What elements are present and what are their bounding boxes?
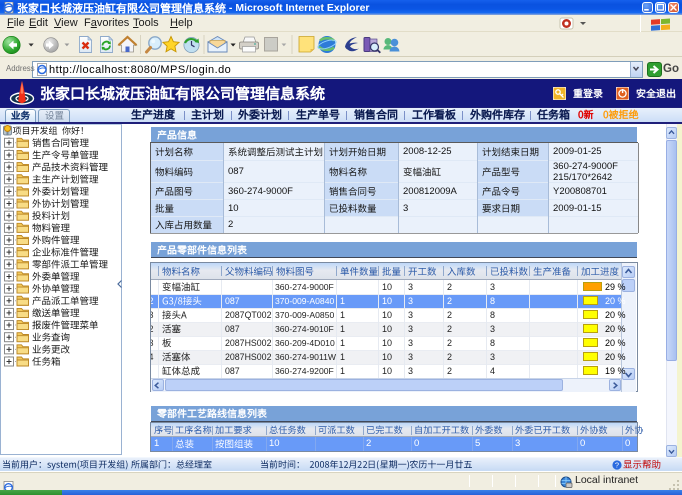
svg-text:?: ? [615,461,619,470]
